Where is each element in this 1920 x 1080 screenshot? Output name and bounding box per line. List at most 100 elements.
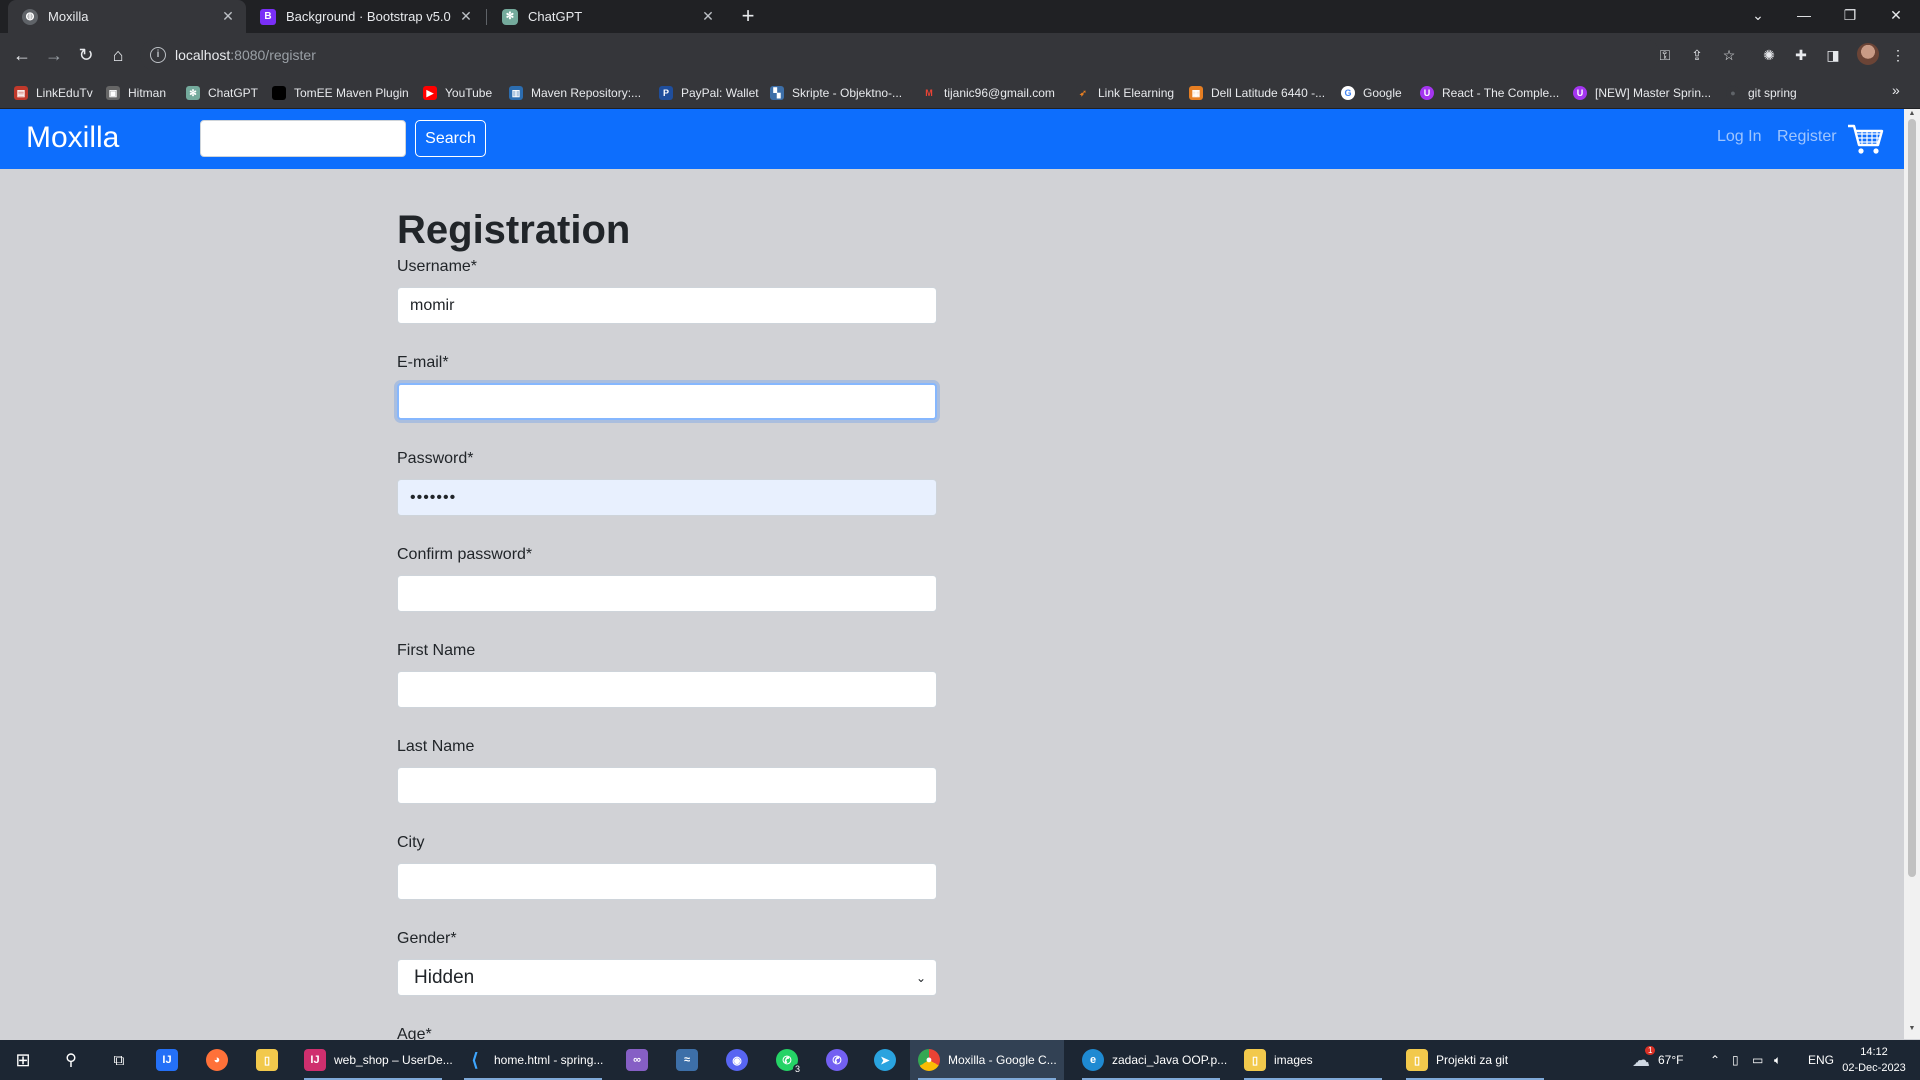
weather-widget[interactable]: ☁ 1 67°F	[1632, 1040, 1683, 1080]
scroll-down-icon[interactable]: ▼	[1908, 1025, 1916, 1032]
windows-start-icon[interactable]: ⊞	[10, 1040, 36, 1080]
visual-studio-icon[interactable]: ∞	[626, 1040, 656, 1080]
bookmark-paypal[interactable]: P PayPal: Wallet	[659, 83, 759, 103]
page-scrollbar[interactable]: ▲ ▼	[1904, 109, 1920, 1039]
new-tab-button[interactable]: +	[734, 5, 762, 29]
first-name-field[interactable]	[397, 671, 937, 708]
register-link[interactable]: Register	[1777, 128, 1837, 146]
extension-puzzle-icon[interactable]: ✺	[1759, 45, 1779, 65]
bookmarks-overflow-icon[interactable]: »	[1892, 82, 1900, 98]
share-icon[interactable]: ⇪	[1687, 45, 1707, 65]
reload-icon[interactable]: ↻	[72, 41, 100, 69]
taskbar-chrome[interactable]: ● Moxilla - Google C...	[910, 1040, 1064, 1080]
restore-icon[interactable]: ❐	[1827, 0, 1873, 30]
firefox-icon[interactable]: ◕	[206, 1040, 236, 1080]
profile-avatar[interactable]	[1857, 43, 1879, 65]
bookmark-spring[interactable]: U [NEW] Master Sprin...	[1573, 83, 1711, 103]
bookmark-chatgpt[interactable]: ✻ ChatGPT	[186, 83, 258, 103]
menu-dots-icon[interactable]: ⋮	[1888, 45, 1908, 65]
bookmark-label: React - The Comple...	[1442, 86, 1560, 100]
forward-icon[interactable]: →	[40, 41, 68, 69]
discord-icon[interactable]: ◉	[726, 1040, 756, 1080]
tab-search-icon[interactable]: ⌄	[1735, 0, 1781, 30]
bookmark-label: Link Elearning	[1098, 86, 1175, 100]
side-panel-icon[interactable]: ◨	[1823, 45, 1843, 65]
star-icon[interactable]: ☆	[1719, 45, 1739, 65]
url-host: localhost	[175, 47, 231, 63]
minimize-icon[interactable]: —	[1781, 0, 1827, 30]
whatsapp-badge: 3	[793, 1064, 803, 1074]
tab-moxilla[interactable]: ◍ Moxilla ✕	[8, 0, 246, 33]
taskbar-app-label: images	[1274, 1053, 1313, 1067]
gender-selected-value: Hidden	[414, 966, 475, 988]
scroll-up-icon[interactable]: ▲	[1908, 110, 1916, 117]
confirm-password-field[interactable]	[397, 575, 937, 612]
language-indicator[interactable]: ENG	[1808, 1040, 1834, 1080]
taskbar-explorer-images[interactable]: ▯ images	[1236, 1040, 1390, 1080]
first-name-label: First Name	[397, 642, 476, 659]
address-bar[interactable]: i localhost :8080/register	[140, 39, 1660, 71]
intellij-icon[interactable]: IJ	[156, 1040, 186, 1080]
taskbar-intellij-web-shop[interactable]: IJ web_shop – UserDe...	[296, 1040, 453, 1080]
file-explorer-icon[interactable]: ▯	[256, 1040, 286, 1080]
bookmark-youtube[interactable]: ▶ YouTube	[423, 83, 492, 103]
taskbar-vscode[interactable]: ⟨ home.html - spring...	[456, 1040, 610, 1080]
username-field[interactable]	[397, 287, 937, 324]
close-icon[interactable]: ✕	[700, 8, 716, 25]
tab-chatgpt[interactable]: ✻ ChatGPT ✕	[488, 0, 726, 33]
close-icon[interactable]: ✕	[220, 8, 236, 25]
bookmark-git-spring[interactable]: ● git spring	[1726, 83, 1797, 103]
home-icon[interactable]: ⌂	[104, 41, 132, 69]
search-icon[interactable]: ⚲	[58, 1040, 84, 1080]
bookmark-link-elearning[interactable]: ➶ Link Elearning	[1076, 83, 1174, 103]
bookmark-google[interactable]: G Google	[1341, 83, 1402, 103]
whatsapp-icon[interactable]: ✆ 3	[776, 1040, 806, 1080]
task-view-icon[interactable]: ⧉	[106, 1040, 132, 1080]
brand-logo[interactable]: Moxilla	[26, 121, 119, 155]
bookmark-tomee[interactable]: TomEE Maven Plugin	[272, 83, 409, 103]
last-name-field[interactable]	[397, 767, 937, 804]
weather-badge: 1	[1645, 1046, 1656, 1055]
search-button[interactable]: Search	[415, 120, 486, 157]
url-path: :8080/register	[230, 47, 316, 63]
scrollbar-thumb[interactable]	[1908, 119, 1916, 877]
extensions-icon[interactable]: ✚	[1791, 45, 1811, 65]
bookmark-linkedutv[interactable]: ▤ LinkEduTv	[14, 83, 93, 103]
bookmark-dell[interactable]: ▦ Dell Latitude 6440 -...	[1189, 83, 1325, 103]
shopping-cart-icon[interactable]	[1846, 121, 1884, 157]
tray-device-icon[interactable]: ▯	[1732, 1040, 1739, 1080]
youtube-icon: ▶	[423, 86, 437, 100]
windows-taskbar: ⊞ ⚲ ⧉ IJ ◕ ▯ IJ web_shop – UserDe... ⟨ hom…	[0, 1040, 1920, 1080]
registration-form: Registration Username* E-mail* Password*…	[397, 205, 937, 1080]
viber-icon[interactable]: ✆	[826, 1040, 856, 1080]
close-icon[interactable]: ✕	[458, 8, 474, 25]
bookmark-react[interactable]: U React - The Comple...	[1420, 83, 1559, 103]
telegram-icon[interactable]: ➤	[874, 1040, 904, 1080]
tray-chevron-icon[interactable]: ⌃	[1710, 1040, 1720, 1080]
mysql-workbench-icon[interactable]: ≈	[676, 1040, 706, 1080]
password-label: Password*	[397, 450, 474, 467]
window-close-icon[interactable]: ✕	[1873, 0, 1919, 30]
password-field[interactable]	[397, 479, 937, 516]
taskbar-edge[interactable]: e zadaci_Java OOP.p...	[1074, 1040, 1228, 1080]
city-field[interactable]	[397, 863, 937, 900]
back-icon[interactable]: ←	[8, 41, 36, 69]
taskbar-app-label: home.html - spring...	[494, 1053, 604, 1067]
email-field[interactable]	[397, 383, 937, 420]
bookmark-hitman[interactable]: ▣ Hitman	[106, 83, 166, 103]
site-info-icon[interactable]: i	[150, 47, 166, 63]
bookmark-skripte[interactable]: ▚ Skripte - Objektno-...	[770, 83, 902, 103]
gender-select[interactable]: Hidden ⌄	[397, 959, 937, 996]
clock-time: 14:12	[1860, 1046, 1888, 1058]
bookmark-maven-repo[interactable]: ▥ Maven Repository:...	[509, 83, 641, 103]
key-icon[interactable]: ⚿	[1655, 45, 1675, 65]
tab-bootstrap[interactable]: B Background · Bootstrap v5.0 ✕	[246, 0, 484, 33]
volume-icon[interactable]: 🔈︎	[1774, 1040, 1781, 1080]
network-icon[interactable]: ▭	[1752, 1040, 1763, 1080]
bookmark-gmail[interactable]: Mtijanic96@gmail.com	[922, 83, 1055, 103]
login-link[interactable]: Log In	[1717, 128, 1761, 146]
search-input[interactable]	[200, 120, 406, 157]
clock[interactable]: 14:12 02-Dec-2023	[1836, 1044, 1912, 1076]
taskbar-explorer-projekti[interactable]: ▯ Projekti za git	[1398, 1040, 1552, 1080]
bookmark-label: Dell Latitude 6440 -...	[1211, 86, 1326, 100]
